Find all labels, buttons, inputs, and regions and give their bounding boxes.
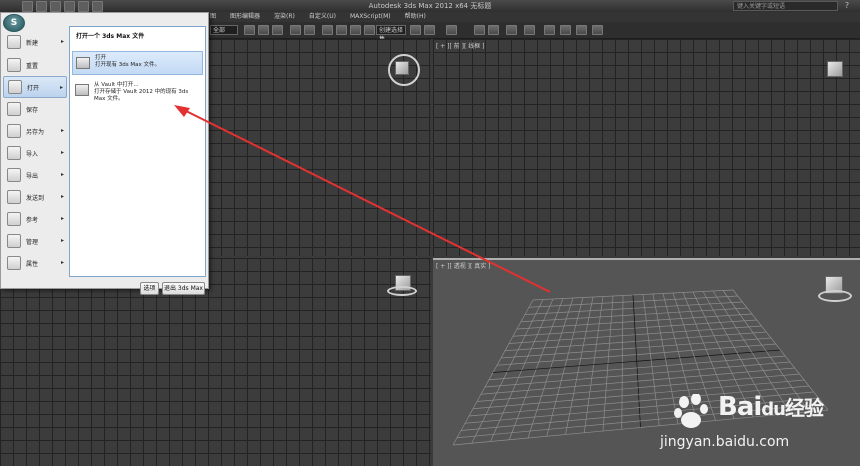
watermark-url: jingyan.baidu.com (660, 434, 790, 450)
annotation-arrow (179, 107, 551, 293)
baidu-paw-logo-icon (674, 394, 708, 428)
watermark-brand: Baidu经验 (718, 392, 824, 422)
baidu-jingyan-watermark: Baidu经验 jingyan.baidu.com (660, 388, 860, 466)
brand-mid-text: du (761, 399, 786, 420)
brand-text: Bai (718, 392, 762, 422)
brand-suffix-text: 经验 (784, 396, 824, 420)
annotation-arrowhead-icon (174, 105, 190, 117)
